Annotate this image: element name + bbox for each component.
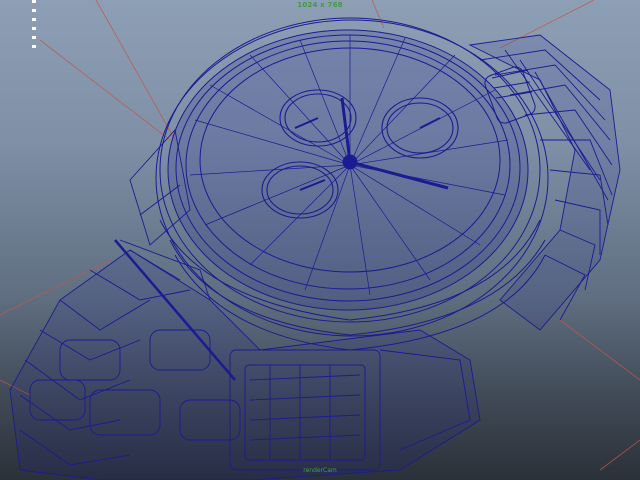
resolution-gate-label: 1024 x 768	[297, 1, 343, 9]
camera-name-label: renderCam	[303, 467, 337, 474]
viewport-scene	[0, 0, 640, 480]
3d-viewport[interactable]: 1024 x 768 renderCam	[0, 0, 640, 480]
watch-case	[155, 17, 549, 351]
